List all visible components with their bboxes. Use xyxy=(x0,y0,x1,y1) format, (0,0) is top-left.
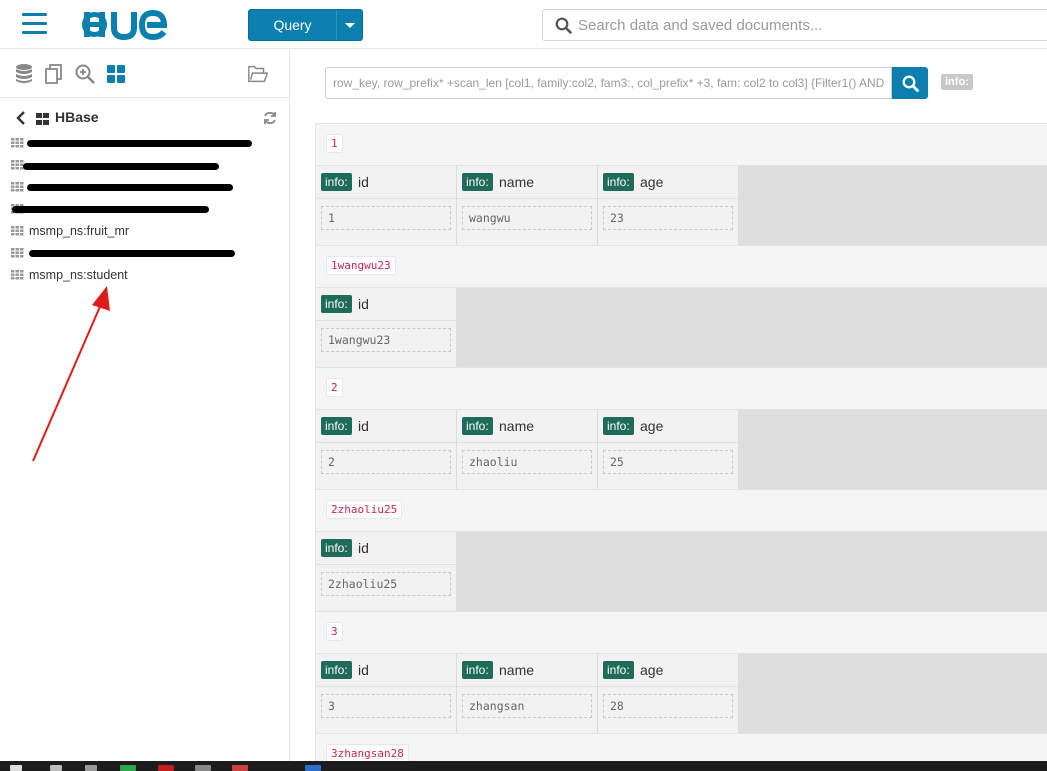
row-cells: info: id 2 info: name zhaoliu info: age 25 xyxy=(315,409,1047,489)
column-name: id xyxy=(358,662,369,678)
family-badge: info: xyxy=(321,173,352,191)
row-key: 2zhaoliu25 xyxy=(326,500,402,519)
cell[interactable]: info: id 2zhaoliu25 xyxy=(316,532,457,612)
cell-value[interactable]: 28 xyxy=(603,694,733,718)
taskbar-app-icon[interactable] xyxy=(85,765,97,771)
cell[interactable]: info: id 1wangwu23 xyxy=(316,288,457,368)
cell[interactable]: info: name zhaoliu xyxy=(457,410,598,490)
hbase-browser-main: info: 1 info: id 1 info: name wangwu info:… xyxy=(291,49,1047,761)
family-badge: info: xyxy=(462,417,493,435)
cell-value[interactable]: wangwu xyxy=(462,206,592,230)
top-bar: Query xyxy=(0,0,1047,49)
family-badge: info: xyxy=(603,173,634,191)
column-family-filter-tag[interactable]: info: xyxy=(941,74,973,90)
search-icon xyxy=(555,17,572,34)
column-name: name xyxy=(499,174,534,190)
row-results: 1 info: id 1 info: name wangwu info: age 23… xyxy=(315,123,1047,761)
taskbar-app-icon[interactable] xyxy=(195,765,211,771)
cell-value[interactable]: zhaoliu xyxy=(462,450,592,474)
cell-value[interactable]: 1 xyxy=(321,206,451,230)
family-badge: info: xyxy=(603,661,634,679)
cell[interactable]: info: id 3 xyxy=(316,654,457,734)
family-badge: info: xyxy=(603,417,634,435)
cell[interactable]: info: age 23 xyxy=(598,166,739,246)
cell-value[interactable]: 25 xyxy=(603,450,733,474)
cell[interactable]: info: age 25 xyxy=(598,410,739,490)
column-name: name xyxy=(499,662,534,678)
cell-value[interactable]: 2zhaoliu25 xyxy=(321,572,451,596)
column-name: id xyxy=(358,296,369,312)
row-key-bar[interactable]: 3 xyxy=(315,611,1047,653)
search-icon xyxy=(902,75,919,92)
query-button-label: Query xyxy=(249,10,336,40)
row-cells: info: id 3 info: name zhangsan info: age 28 xyxy=(315,653,1047,733)
cell[interactable]: info: age 28 xyxy=(598,654,739,734)
row-key: 3 xyxy=(326,622,343,641)
row-key: 1wangwu23 xyxy=(326,256,396,275)
family-badge: info: xyxy=(321,417,352,435)
family-badge: info: xyxy=(321,661,352,679)
red-annotation-arrow xyxy=(0,49,290,761)
global-search[interactable] xyxy=(542,9,1047,41)
taskbar-app-icon[interactable] xyxy=(120,765,136,771)
search-input[interactable] xyxy=(578,15,1038,35)
column-name: id xyxy=(358,174,369,190)
cell-value[interactable]: 3 xyxy=(321,694,451,718)
row-key: 2 xyxy=(326,378,343,397)
cell-value[interactable]: 23 xyxy=(603,206,733,230)
row-key: 3zhangsan28 xyxy=(326,744,409,761)
row-key-bar[interactable]: 3zhangsan28 xyxy=(315,733,1047,761)
row-key-bar[interactable]: 1 xyxy=(315,123,1047,165)
column-name: age xyxy=(640,174,663,190)
family-badge: info: xyxy=(462,173,493,191)
left-assist-panel: HBase msmp_ns:fruit_mr msmp_ns:student xyxy=(0,49,290,761)
query-dropdown-toggle[interactable] xyxy=(336,10,362,40)
scan-query-input[interactable] xyxy=(326,68,891,98)
taskbar-app-icon[interactable] xyxy=(305,765,321,771)
taskbar-app-icon[interactable] xyxy=(232,765,248,771)
row-cells: info: id 1 info: name wangwu info: age 23 xyxy=(315,165,1047,245)
row-cells: info: id 2zhaoliu25 xyxy=(315,531,1047,611)
row-key-bar[interactable]: 2zhaoliu25 xyxy=(315,489,1047,531)
column-name: age xyxy=(640,418,663,434)
row-key-bar[interactable]: 1wangwu23 xyxy=(315,245,1047,287)
taskbar-app-icon[interactable] xyxy=(50,765,62,771)
family-badge: info: xyxy=(321,295,352,313)
column-name: id xyxy=(358,418,369,434)
column-name: name xyxy=(499,418,534,434)
taskbar-start-icon[interactable] xyxy=(10,765,22,771)
family-badge: info: xyxy=(321,539,352,557)
cell[interactable]: info: name wangwu xyxy=(457,166,598,246)
caret-down-icon xyxy=(345,23,355,28)
taskbar-app-icon[interactable] xyxy=(158,765,174,771)
hue-logo[interactable] xyxy=(82,4,182,44)
os-taskbar xyxy=(0,761,1047,771)
scan-search-button[interactable] xyxy=(892,67,928,99)
cell[interactable]: info: id 1 xyxy=(316,166,457,246)
column-name: id xyxy=(358,540,369,556)
cell-value[interactable]: 2 xyxy=(321,450,451,474)
row-key: 1 xyxy=(326,134,343,153)
cell[interactable]: info: name zhangsan xyxy=(457,654,598,734)
cell-value[interactable]: zhangsan xyxy=(462,694,592,718)
query-button[interactable]: Query xyxy=(248,9,363,41)
column-name: age xyxy=(640,662,663,678)
row-key-bar[interactable]: 2 xyxy=(315,367,1047,409)
row-cells: info: id 1wangwu23 xyxy=(315,287,1047,367)
cell-value[interactable]: 1wangwu23 xyxy=(321,328,451,352)
scan-query-box[interactable] xyxy=(325,67,892,99)
hamburger-menu-icon[interactable] xyxy=(22,13,47,35)
cell[interactable]: info: id 2 xyxy=(316,410,457,490)
family-badge: info: xyxy=(462,661,493,679)
